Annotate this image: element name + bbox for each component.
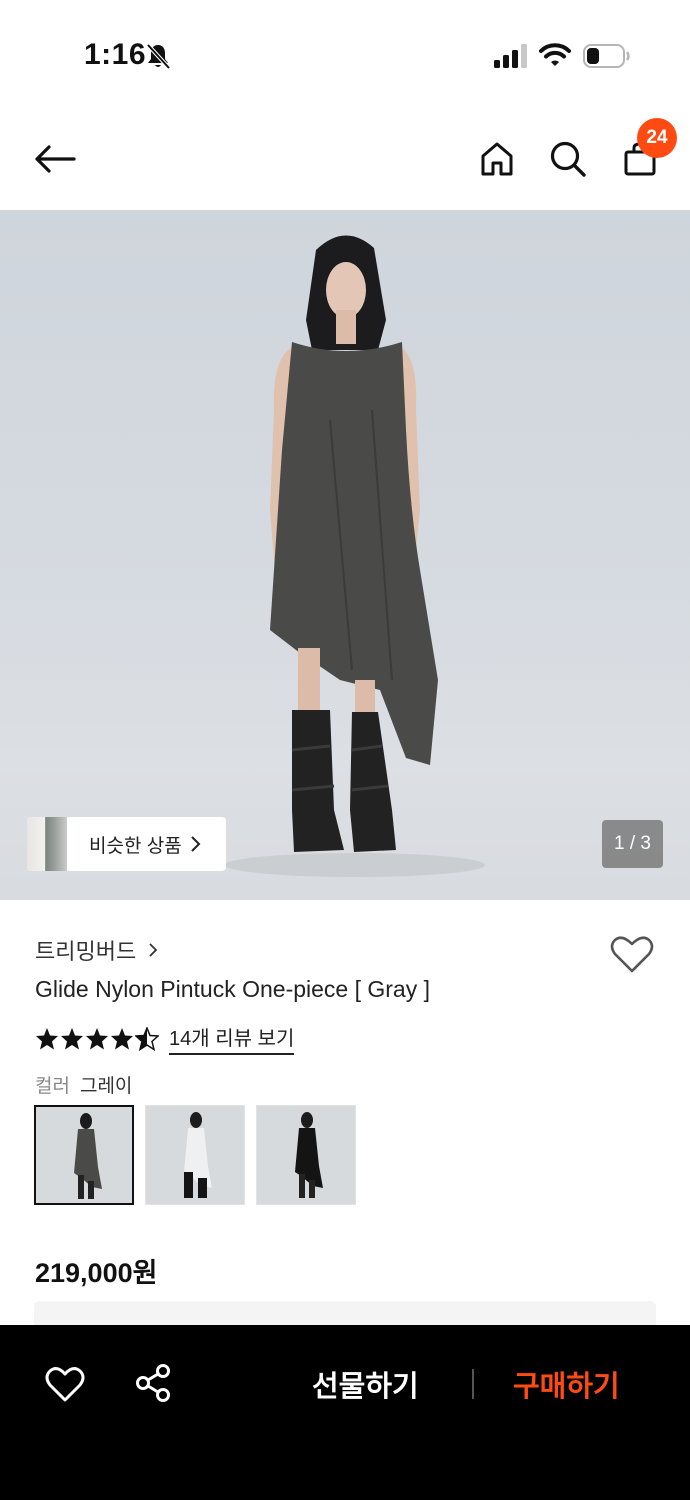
product-image-carousel[interactable]: 비슷한 상품 1 / 3 xyxy=(0,210,690,900)
rating-row: 14개 리뷰 보기 xyxy=(35,1022,295,1055)
cart-count-badge: 24 xyxy=(637,118,677,158)
color-swatch-gray[interactable] xyxy=(34,1105,134,1205)
color-value: 그레이 xyxy=(79,1076,133,1097)
review-link[interactable]: 14개 리뷰 보기 xyxy=(169,1022,295,1055)
battery-icon xyxy=(583,44,630,68)
color-label: 컬러 xyxy=(35,1076,70,1097)
star-icon xyxy=(111,1027,133,1049)
chevron-right-icon xyxy=(190,836,201,852)
search-button[interactable] xyxy=(545,134,591,184)
color-swatch-black[interactable] xyxy=(256,1105,356,1205)
status-bar: 1:16 xyxy=(0,0,690,110)
color-row: 컬러 그레이 xyxy=(35,1071,132,1098)
product-title: Glide Nylon Pintuck One-piece [ Gray ] xyxy=(35,976,430,1002)
image-page-indicator: 1 / 3 xyxy=(602,820,663,868)
buy-button[interactable]: 구매하기 xyxy=(513,1363,620,1405)
back-button[interactable] xyxy=(30,134,80,184)
search-icon xyxy=(550,141,586,177)
brand-name: 트리밍버드 xyxy=(35,939,137,964)
star-icon xyxy=(86,1027,108,1049)
wifi-icon xyxy=(539,43,571,66)
brand-link[interactable]: 트리밍버드 xyxy=(35,934,158,966)
bottom-action-bar: 선물하기 구매하기 xyxy=(0,1325,690,1500)
chevron-right-icon xyxy=(149,943,158,957)
star-icon xyxy=(36,1027,58,1049)
product-photo xyxy=(225,235,485,877)
bell-off-icon xyxy=(146,43,171,70)
gift-button[interactable]: 선물하기 xyxy=(312,1363,419,1405)
product-price: 219,000원 xyxy=(35,1258,158,1288)
half-star-icon xyxy=(135,1026,159,1051)
similar-products-button[interactable]: 비슷한 상품 xyxy=(27,817,226,871)
home-icon xyxy=(481,142,513,176)
color-swatches xyxy=(34,1105,356,1205)
star-icon xyxy=(61,1027,83,1049)
top-nav xyxy=(0,110,690,210)
home-button[interactable] xyxy=(474,134,520,184)
share-icon[interactable] xyxy=(134,1363,172,1403)
similar-product-thumbnail xyxy=(27,817,67,871)
heart-icon[interactable] xyxy=(610,934,654,974)
color-swatch-white[interactable] xyxy=(145,1105,245,1205)
similar-products-label: 비슷한 상품 xyxy=(89,835,182,857)
back-arrow-icon xyxy=(35,145,76,173)
rating-stars xyxy=(35,1026,159,1051)
wishlist-heart-icon[interactable] xyxy=(45,1365,85,1403)
divider xyxy=(472,1369,474,1399)
status-time: 1:16 xyxy=(84,38,147,71)
swatch-photo xyxy=(74,1113,102,1199)
swatch-photo xyxy=(295,1112,323,1198)
swatch-photo xyxy=(184,1112,212,1198)
signal-icon xyxy=(494,44,527,68)
